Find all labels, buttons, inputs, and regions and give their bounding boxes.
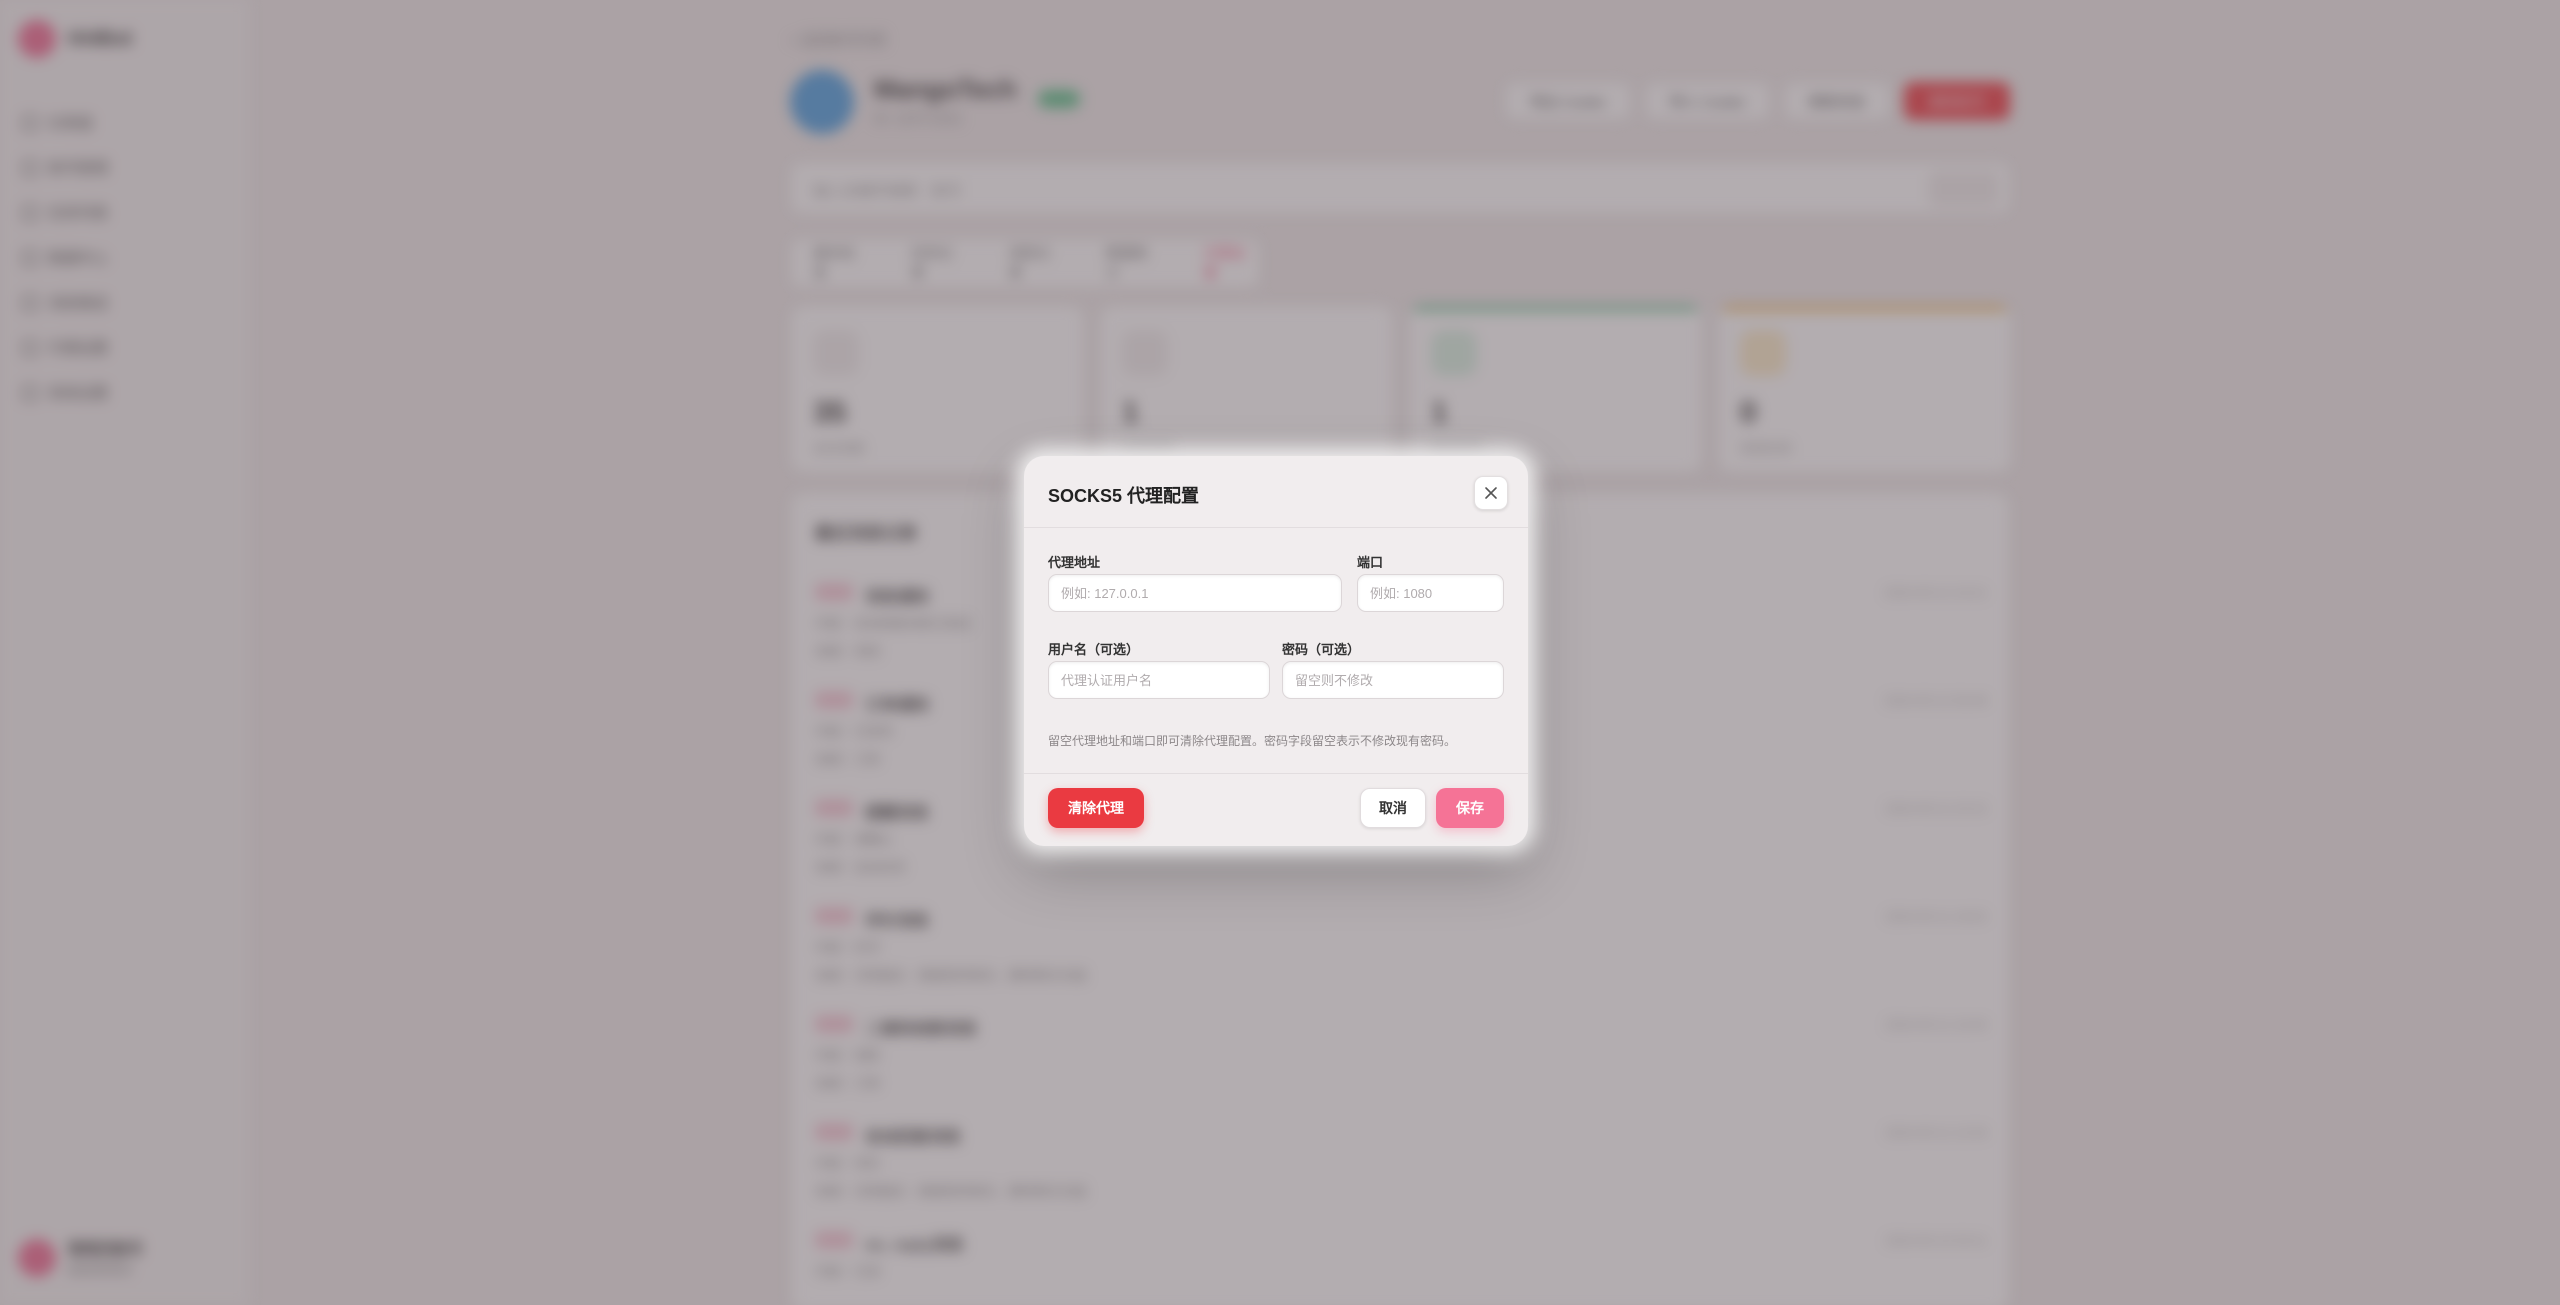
close-button[interactable] (1474, 476, 1508, 510)
clear-proxy-button[interactable]: 清除代理 (1048, 788, 1144, 828)
proxy-username-input[interactable] (1048, 661, 1270, 699)
port-label: 端口 (1357, 555, 1384, 570)
password-label: 密码（可选） (1282, 642, 1361, 657)
proxy-config-dialog: SOCKS5 代理配置 代理地址 端口 用户名（可选） 密码（可选） 留空代理地… (1024, 456, 1528, 846)
cancel-button[interactable]: 取消 (1360, 788, 1426, 828)
proxy-password-input[interactable] (1282, 661, 1504, 699)
address-label: 代理地址 (1048, 555, 1101, 570)
close-icon (1485, 487, 1497, 499)
proxy-address-input[interactable] (1048, 574, 1342, 612)
proxy-port-input[interactable] (1357, 574, 1504, 612)
help-text: 留空代理地址和端口即可清除代理配置。密码字段留空表示不修改现有密码。 (1048, 734, 1457, 748)
dialog-header: SOCKS5 代理配置 (1024, 456, 1528, 528)
username-label: 用户名（可选） (1048, 642, 1140, 657)
dialog-title: SOCKS5 代理配置 (1048, 486, 1200, 506)
save-button[interactable]: 保存 (1436, 788, 1504, 828)
footer-divider (1024, 773, 1528, 774)
